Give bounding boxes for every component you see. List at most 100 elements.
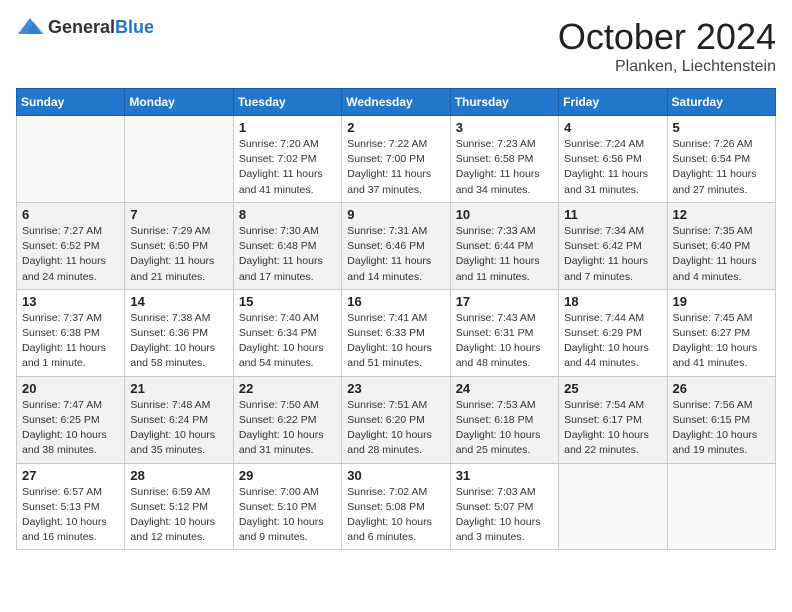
day-number: 14 [130,294,227,309]
logo: GeneralBlue [16,16,154,38]
day-info: Sunrise: 7:00 AMSunset: 5:10 PMDaylight:… [239,485,336,546]
table-row: 19 Sunrise: 7:45 AMSunset: 6:27 PMDayligh… [667,289,775,376]
day-info: Sunrise: 7:56 AMSunset: 6:15 PMDaylight:… [673,398,770,459]
table-row: 1 Sunrise: 7:20 AMSunset: 7:02 PMDaylight… [233,116,341,203]
calendar-week-row: 13 Sunrise: 7:37 AMSunset: 6:38 PMDayligh… [17,289,776,376]
day-info: Sunrise: 6:59 AMSunset: 5:12 PMDaylight:… [130,485,227,546]
table-row: 15Sunrise: 7:40 AMSunset: 6:34 PMDayligh… [233,289,341,376]
table-row: 12Sunrise: 7:35 AMSunset: 6:40 PMDayligh… [667,202,775,289]
day-info: Sunrise: 7:43 AMSunset: 6:31 PMDaylight:… [456,311,553,372]
day-number: 18 [564,294,661,309]
table-row: 31Sunrise: 7:03 AMSunset: 5:07 PMDayligh… [450,463,558,550]
day-number: 9 [347,207,444,222]
calendar-table: Sunday Monday Tuesday Wednesday Thursday… [16,88,776,550]
day-number: 27 [22,468,119,483]
day-info: Sunrise: 7:48 AMSunset: 6:24 PMDaylight:… [130,398,227,459]
day-number: 29 [239,468,336,483]
table-row: 6 Sunrise: 7:27 AMSunset: 6:52 PMDaylight… [17,202,125,289]
day-info: Sunrise: 7:30 AMSunset: 6:48 PMDaylight:… [239,224,336,285]
day-number: 24 [456,381,553,396]
table-row: 13 Sunrise: 7:37 AMSunset: 6:38 PMDayligh… [17,289,125,376]
day-number: 1 [239,120,336,135]
table-row: 17 Sunrise: 7:43 AMSunset: 6:31 PMDayligh… [450,289,558,376]
logo-text: GeneralBlue [48,17,154,38]
month-title: October 2024 [558,16,776,58]
day-number: 15 [239,294,336,309]
table-row: 4Sunrise: 7:24 AMSunset: 6:56 PMDaylight… [559,116,667,203]
page-header: GeneralBlue October 2024 Planken, Liecht… [16,16,776,76]
day-number: 25 [564,381,661,396]
table-row: 9 Sunrise: 7:31 AMSunset: 6:46 PMDaylight… [342,202,450,289]
table-row: 8 Sunrise: 7:30 AMSunset: 6:48 PMDaylight… [233,202,341,289]
table-row: 14 Sunrise: 7:38 AMSunset: 6:36 PMDayligh… [125,289,233,376]
day-info: Sunrise: 7:29 AMSunset: 6:50 PMDaylight:… [130,224,227,285]
day-info: Sunrise: 7:45 AMSunset: 6:27 PMDaylight:… [673,311,770,372]
day-number: 11 [564,207,661,222]
day-number: 22 [239,381,336,396]
day-number: 10 [456,207,553,222]
day-info: Sunrise: 7:34 AMSunset: 6:42 PMDaylight:… [564,224,661,285]
day-number: 21 [130,381,227,396]
day-info: Sunrise: 7:37 AMSunset: 6:38 PMDaylight:… [22,311,119,372]
day-info: Sunrise: 7:44 AMSunset: 6:29 PMDaylight:… [564,311,661,372]
table-row [667,463,775,550]
day-info: Sunrise: 7:20 AMSunset: 7:02 PMDaylight:… [239,137,336,198]
day-number: 16 [347,294,444,309]
col-sunday: Sunday [17,89,125,116]
table-row: 26 Sunrise: 7:56 AMSunset: 6:15 PMDayligh… [667,376,775,463]
day-info: Sunrise: 7:31 AMSunset: 6:46 PMDaylight:… [347,224,444,285]
table-row [559,463,667,550]
col-friday: Friday [559,89,667,116]
table-row: 28 Sunrise: 6:59 AMSunset: 5:12 PMDayligh… [125,463,233,550]
col-thursday: Thursday [450,89,558,116]
day-number: 2 [347,120,444,135]
day-number: 6 [22,207,119,222]
table-row: 2 Sunrise: 7:22 AMSunset: 7:00 PMDaylight… [342,116,450,203]
day-number: 17 [456,294,553,309]
day-number: 26 [673,381,770,396]
day-number: 31 [456,468,553,483]
day-info: Sunrise: 7:27 AMSunset: 6:52 PMDaylight:… [22,224,119,285]
table-row [17,116,125,203]
day-number: 4 [564,120,661,135]
day-info: Sunrise: 7:38 AMSunset: 6:36 PMDaylight:… [130,311,227,372]
title-block: October 2024 Planken, Liechtenstein [558,16,776,76]
location-title: Planken, Liechtenstein [558,58,776,76]
day-info: Sunrise: 7:02 AMSunset: 5:08 PMDaylight:… [347,485,444,546]
table-row: 30 Sunrise: 7:02 AMSunset: 5:08 PMDayligh… [342,463,450,550]
table-row: 5Sunrise: 7:26 AMSunset: 6:54 PMDaylight… [667,116,775,203]
table-row: 10 Sunrise: 7:33 AMSunset: 6:44 PMDayligh… [450,202,558,289]
table-row [125,116,233,203]
day-info: Sunrise: 7:41 AMSunset: 6:33 PMDaylight:… [347,311,444,372]
day-info: Sunrise: 6:57 AMSunset: 5:13 PMDaylight:… [22,485,119,546]
logo-icon [16,16,44,38]
day-info: Sunrise: 7:53 AMSunset: 6:18 PMDaylight:… [456,398,553,459]
table-row: 24 Sunrise: 7:53 AMSunset: 6:18 PMDayligh… [450,376,558,463]
day-info: Sunrise: 7:47 AMSunset: 6:25 PMDaylight:… [22,398,119,459]
table-row: 18 Sunrise: 7:44 AMSunset: 6:29 PMDayligh… [559,289,667,376]
calendar-week-row: 20 Sunrise: 7:47 AMSunset: 6:25 PMDayligh… [17,376,776,463]
day-number: 5 [673,120,770,135]
day-number: 7 [130,207,227,222]
table-row: 27 Sunrise: 6:57 AMSunset: 5:13 PMDayligh… [17,463,125,550]
day-number: 20 [22,381,119,396]
day-number: 28 [130,468,227,483]
calendar-week-row: 27 Sunrise: 6:57 AMSunset: 5:13 PMDayligh… [17,463,776,550]
day-info: Sunrise: 7:33 AMSunset: 6:44 PMDaylight:… [456,224,553,285]
day-number: 8 [239,207,336,222]
day-info: Sunrise: 7:22 AMSunset: 7:00 PMDaylight:… [347,137,444,198]
day-number: 13 [22,294,119,309]
col-wednesday: Wednesday [342,89,450,116]
calendar-week-row: 1 Sunrise: 7:20 AMSunset: 7:02 PMDaylight… [17,116,776,203]
table-row: 25Sunrise: 7:54 AMSunset: 6:17 PMDayligh… [559,376,667,463]
day-number: 19 [673,294,770,309]
col-monday: Monday [125,89,233,116]
table-row: 22 Sunrise: 7:50 AMSunset: 6:22 PMDayligh… [233,376,341,463]
table-row: 16 Sunrise: 7:41 AMSunset: 6:33 PMDayligh… [342,289,450,376]
day-info: Sunrise: 7:50 AMSunset: 6:22 PMDaylight:… [239,398,336,459]
calendar-week-row: 6 Sunrise: 7:27 AMSunset: 6:52 PMDaylight… [17,202,776,289]
table-row: 7 Sunrise: 7:29 AMSunset: 6:50 PMDaylight… [125,202,233,289]
table-row: 11 Sunrise: 7:34 AMSunset: 6:42 PMDayligh… [559,202,667,289]
day-number: 30 [347,468,444,483]
table-row: 20 Sunrise: 7:47 AMSunset: 6:25 PMDayligh… [17,376,125,463]
